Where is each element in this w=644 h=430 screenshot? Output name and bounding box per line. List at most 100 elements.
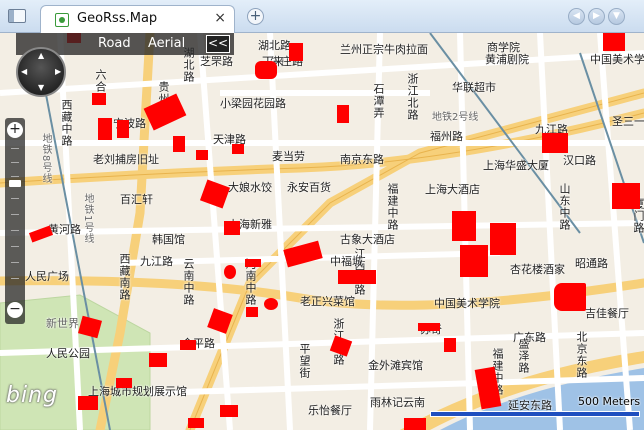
- zoom-tick: [11, 148, 19, 149]
- georss-marker[interactable]: [264, 298, 278, 310]
- metro-line-label: 地铁8号线: [40, 133, 51, 185]
- zoom-tick: [11, 162, 19, 163]
- street-label: 湖北路: [258, 39, 291, 52]
- poi-label: 新世界: [46, 317, 79, 330]
- georss-marker[interactable]: [196, 150, 208, 160]
- georss-marker[interactable]: [246, 307, 258, 317]
- street-label: 福州路: [430, 130, 463, 143]
- street-label: 昭通路: [575, 257, 608, 270]
- poi-label: 麦当劳: [272, 150, 305, 163]
- pan-left-icon[interactable]: ◀: [21, 67, 27, 76]
- poi-label: 古象大酒店: [340, 233, 395, 246]
- georss-marker[interactable]: [173, 136, 185, 152]
- street-label: 西藏中路: [60, 99, 73, 147]
- georss-marker[interactable]: [220, 405, 238, 417]
- zoom-tick: [11, 198, 19, 199]
- georss-marker[interactable]: [92, 93, 106, 105]
- georss-marker[interactable]: [490, 223, 516, 255]
- georss-marker[interactable]: [337, 105, 349, 123]
- georss-marker[interactable]: [188, 418, 204, 428]
- georss-marker[interactable]: [603, 33, 625, 51]
- metro-line-label: 地铁1号线: [82, 193, 93, 245]
- georss-marker[interactable]: [612, 183, 640, 209]
- georss-marker[interactable]: [78, 396, 98, 410]
- georss-marker[interactable]: [98, 118, 112, 140]
- street-label: 芝罘路: [200, 55, 233, 68]
- back-button[interactable]: ◀: [568, 8, 585, 25]
- georss-marker[interactable]: [542, 133, 568, 153]
- georss-marker[interactable]: [460, 245, 488, 277]
- georss-marker[interactable]: [149, 353, 167, 367]
- scale-bar: [430, 411, 640, 417]
- poi-label: 雨林记云南: [370, 396, 425, 409]
- poi-label: 圣三一: [612, 115, 644, 128]
- aerial-view-button[interactable]: Aerial: [148, 36, 185, 51]
- street-label: 北京东路: [575, 331, 588, 379]
- browser-toolbar: GeoRss.Map × + ◀ ▶ ▼: [0, 0, 644, 33]
- street-label: 山东中路: [558, 183, 571, 231]
- pan-right-icon[interactable]: ▶: [55, 67, 61, 76]
- window-menu-icon[interactable]: [8, 9, 26, 23]
- forward-button[interactable]: ▶: [588, 8, 605, 25]
- georss-marker[interactable]: [117, 120, 129, 138]
- poi-label: 上海大酒店: [425, 183, 480, 196]
- zoom-tick: [11, 246, 19, 247]
- tab-georss-map[interactable]: GeoRss.Map ×: [40, 5, 235, 33]
- poi-label: 人民广场: [25, 270, 69, 283]
- zoom-tick: [11, 262, 19, 263]
- street-label: 汉口路: [563, 154, 596, 167]
- street-label: 盛泽路: [517, 338, 530, 374]
- bing-logo: bing: [6, 383, 58, 408]
- street-label: 浙江北路: [406, 73, 419, 121]
- pan-up-icon[interactable]: ▲: [38, 51, 44, 60]
- pan-control[interactable]: ▲ ▼ ◀ ▶: [16, 47, 66, 97]
- road-view-button[interactable]: Road: [98, 36, 131, 51]
- georss-marker[interactable]: [116, 378, 132, 388]
- poi-label: 老刘捕房旧址: [93, 153, 159, 166]
- poi-label: 吉佳餐厅: [585, 307, 629, 320]
- street-label: 平望街: [298, 343, 311, 379]
- poi-label: 人民公园: [46, 347, 90, 360]
- georss-marker[interactable]: [245, 259, 261, 267]
- zoom-control[interactable]: + −: [5, 118, 25, 324]
- georss-marker[interactable]: [224, 221, 240, 235]
- georss-marker[interactable]: [224, 265, 236, 279]
- poi-label: 韩国馆: [152, 233, 185, 246]
- metro-line-label: 地铁2号线: [432, 112, 479, 123]
- georss-marker[interactable]: [444, 338, 456, 352]
- georss-marker[interactable]: [232, 144, 244, 154]
- pan-down-icon[interactable]: ▼: [38, 83, 44, 92]
- street-label: 云南中路: [182, 258, 195, 306]
- zoom-tick: [11, 214, 19, 215]
- tab-close-icon[interactable]: ×: [214, 10, 226, 26]
- zoom-out-button[interactable]: −: [7, 302, 23, 318]
- poi-label: 百汇轩: [120, 193, 153, 206]
- new-tab-button[interactable]: +: [247, 8, 264, 25]
- poi-label: 老正兴菜馆: [300, 295, 355, 308]
- poi-label: 兰州正宗牛肉拉面: [340, 43, 428, 56]
- street-label: 九江路: [140, 255, 173, 268]
- collapse-toolbar-button[interactable]: <<: [206, 35, 230, 53]
- poi-label: 中福城: [330, 255, 363, 268]
- street-label: 福建中路: [386, 183, 399, 231]
- zoom-in-button[interactable]: +: [7, 122, 23, 138]
- poi-label: 乐怡餐厅: [308, 404, 352, 417]
- page-favicon-icon: [55, 13, 69, 27]
- georss-marker[interactable]: [554, 283, 586, 311]
- poi-label: 大娘水饺: [228, 181, 272, 194]
- scale-label: 500 Meters: [578, 395, 641, 408]
- georss-marker[interactable]: [404, 418, 426, 430]
- georss-marker[interactable]: [289, 43, 303, 61]
- georss-marker[interactable]: [180, 340, 196, 350]
- georss-marker[interactable]: [418, 323, 440, 331]
- georss-marker[interactable]: [255, 61, 277, 79]
- poi-label: 永安百货: [287, 181, 331, 194]
- poi-label: 商学院: [487, 41, 520, 54]
- poi-label: 中国美术学院: [590, 53, 644, 66]
- zoom-slider-thumb[interactable]: [9, 180, 21, 187]
- map-canvas[interactable]: 湖北路 六合路 西藏中路 贵州路 湖北路 宁波路 天津路 南京东路 福州路 九江…: [0, 33, 644, 430]
- georss-marker[interactable]: [452, 211, 476, 241]
- menu-dropdown-button[interactable]: ▼: [608, 8, 625, 25]
- georss-marker[interactable]: [338, 270, 376, 284]
- poi-label: 小梁园花园路: [220, 97, 286, 110]
